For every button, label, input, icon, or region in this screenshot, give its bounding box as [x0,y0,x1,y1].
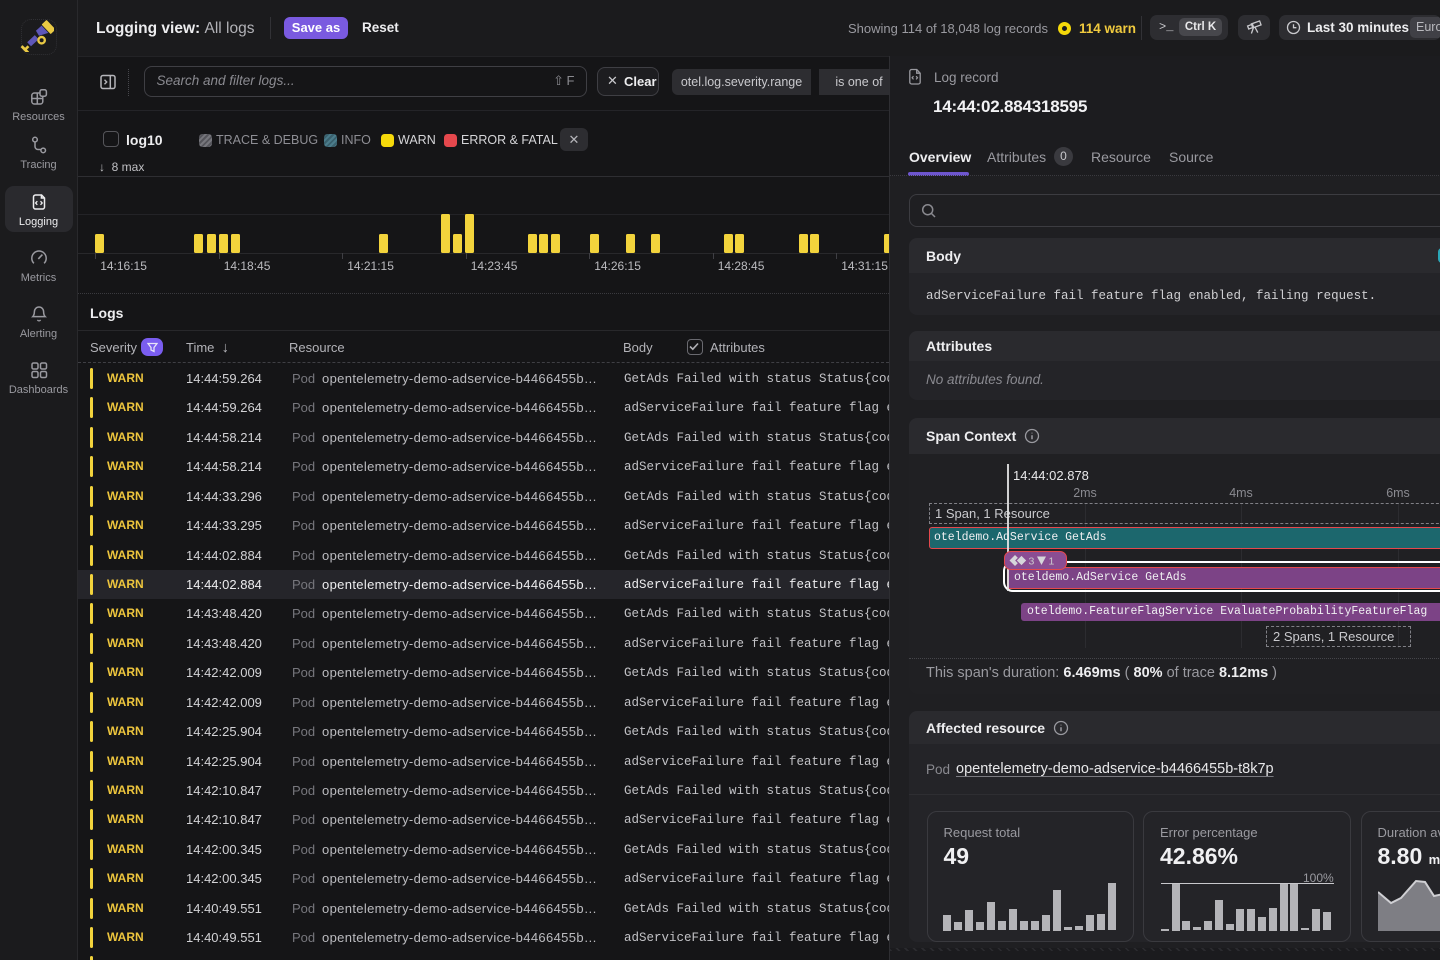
svg-text:3: 3 [1029,555,1035,567]
svg-text:1: 1 [1049,555,1055,567]
